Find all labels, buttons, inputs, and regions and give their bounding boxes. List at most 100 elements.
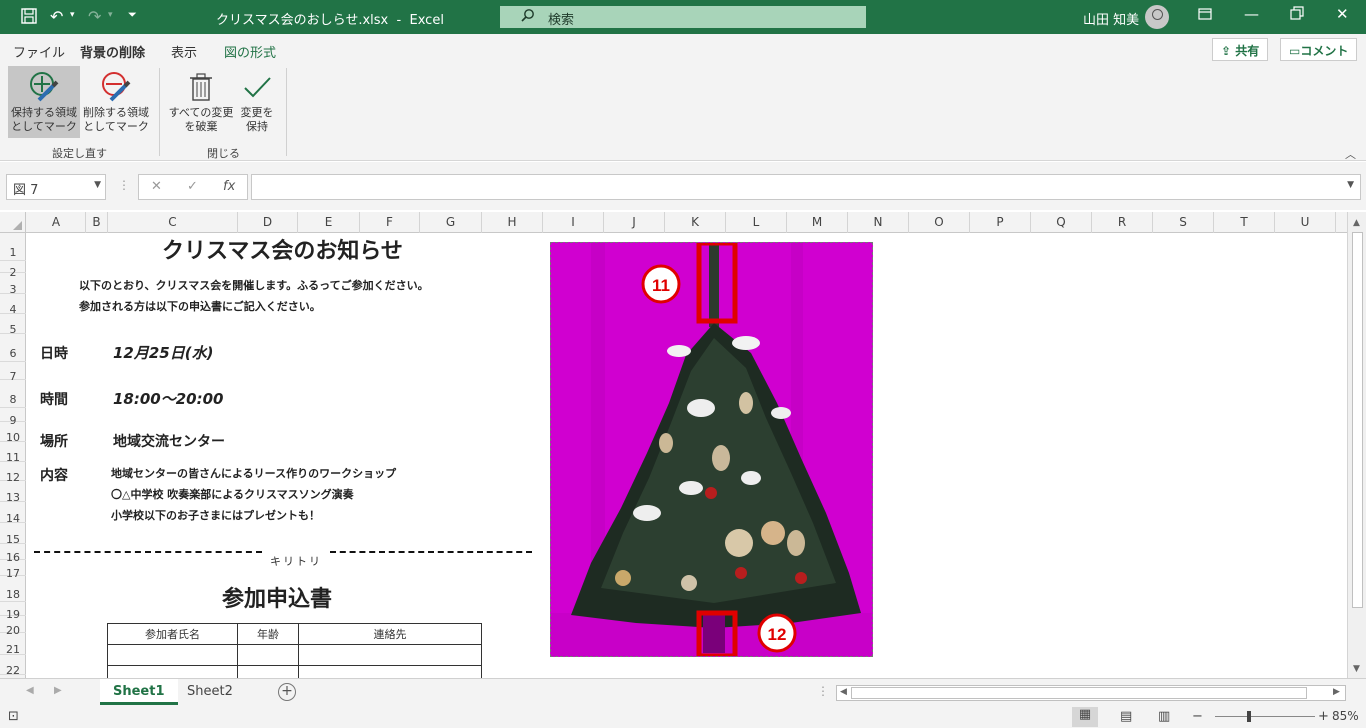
zoom-in-icon[interactable]: +	[1318, 709, 1329, 724]
scroll-up-icon[interactable]: ▲	[1353, 218, 1360, 228]
table-cell[interactable]	[298, 644, 482, 666]
vertical-scrollbar[interactable]: ▲ ▼	[1347, 212, 1366, 678]
zoom-out-icon[interactable]: −	[1192, 709, 1203, 724]
row-header[interactable]: 4	[0, 294, 26, 316]
column-header[interactable]: U	[1275, 212, 1336, 233]
table-cell[interactable]	[237, 644, 299, 666]
row-header[interactable]: 10	[0, 422, 26, 444]
table-cell[interactable]	[107, 644, 238, 666]
close-icon[interactable]: ✕	[1336, 5, 1349, 23]
undo-icon[interactable]: ↶	[50, 7, 63, 26]
page-layout-view-icon[interactable]: ▤	[1120, 709, 1132, 724]
column-header[interactable]: O	[909, 212, 970, 233]
sheet-tab-sheet2[interactable]: Sheet2	[174, 679, 246, 705]
minimize-icon[interactable]: —	[1244, 5, 1259, 23]
undo-dropdown-icon[interactable]: ▾	[70, 10, 75, 20]
row-header[interactable]: 9	[0, 408, 26, 427]
row-header[interactable]: 12	[0, 462, 26, 484]
next-sheet-icon[interactable]: ▶	[54, 685, 62, 696]
row-header[interactable]: 15	[0, 523, 26, 546]
column-header[interactable]: E	[298, 212, 360, 233]
name-box[interactable]: 図 7 ▼	[6, 174, 106, 200]
vertical-scroll-thumb[interactable]	[1352, 232, 1363, 608]
column-header[interactable]: L	[726, 212, 787, 233]
zoom-level[interactable]: 85%	[1332, 709, 1359, 723]
macro-record-icon[interactable]: ⊡	[8, 709, 19, 724]
insert-function-icon[interactable]: fx	[223, 179, 235, 194]
row-header[interactable]: 17	[0, 560, 26, 580]
column-header[interactable]: N	[848, 212, 909, 233]
zoom-slider[interactable]	[1215, 716, 1315, 717]
enter-icon[interactable]: ✓	[187, 179, 198, 194]
row-header[interactable]: 3	[0, 273, 26, 296]
column-header[interactable]: G	[420, 212, 482, 233]
column-header[interactable]: R	[1092, 212, 1153, 233]
scroll-right-icon[interactable]: ▶	[1333, 687, 1340, 697]
column-header[interactable]: D	[238, 212, 298, 233]
sheet-tab-sheet1[interactable]: Sheet1	[100, 679, 178, 705]
column-header[interactable]: Q	[1031, 212, 1092, 233]
table-cell[interactable]	[298, 665, 482, 678]
column-header[interactable]: A	[27, 212, 86, 233]
column-header[interactable]: T	[1214, 212, 1275, 233]
row-header[interactable]: 6	[0, 334, 26, 362]
column-header[interactable]: K	[665, 212, 726, 233]
row-header[interactable]: 1	[0, 233, 26, 261]
keep-changes-button[interactable]: 変更を 保持	[221, 66, 293, 138]
normal-view-icon[interactable]: ▦	[1072, 707, 1098, 727]
share-button[interactable]: ⇪ 共有	[1212, 38, 1269, 61]
row-header[interactable]: 7	[0, 362, 26, 383]
add-sheet-icon[interactable]: +	[278, 683, 296, 701]
redo-icon[interactable]: ↷	[88, 7, 101, 26]
column-header[interactable]: M	[787, 212, 848, 233]
zoom-slider-thumb[interactable]	[1247, 711, 1251, 722]
row-header[interactable]: 2	[0, 261, 26, 279]
ribbon-display-icon[interactable]	[1197, 6, 1213, 26]
column-header[interactable]: H	[482, 212, 543, 233]
page-break-view-icon[interactable]: ▥	[1158, 709, 1170, 724]
column-header[interactable]: C	[108, 212, 238, 233]
row-header[interactable]: 14	[0, 502, 26, 525]
comment-button[interactable]: ▭コメント	[1280, 38, 1358, 61]
column-header[interactable]: S	[1153, 212, 1214, 233]
user-name[interactable]: 山田 知美	[1083, 9, 1139, 28]
mark-areas-to-remove-button[interactable]: 削除する領域 としてマーク	[80, 66, 152, 138]
customize-toolbar-icon[interactable]: ⏷	[128, 8, 137, 22]
expand-formula-icon[interactable]: ▼	[1347, 180, 1354, 190]
select-all-button[interactable]	[0, 212, 26, 233]
horizontal-scroll-thumb[interactable]	[851, 687, 1307, 699]
column-header[interactable]: B	[86, 212, 108, 233]
row-header[interactable]: 22	[0, 655, 26, 677]
column-header[interactable]: F	[360, 212, 420, 233]
column-header[interactable]: J	[604, 212, 665, 233]
worksheet-grid[interactable]: クリスマス会のお知らせ 以下のとおり、クリスマス会を開催します。ふるってご参加く…	[27, 233, 1345, 678]
scroll-down-icon[interactable]: ▼	[1353, 664, 1360, 674]
cancel-icon[interactable]: ✕	[151, 179, 162, 194]
tab-picture-format[interactable]: 図の形式	[224, 42, 276, 61]
scroll-left-icon[interactable]: ◀	[840, 687, 847, 697]
save-icon[interactable]	[20, 7, 38, 29]
row-header[interactable]: 16	[0, 544, 26, 564]
row-header[interactable]: 5	[0, 314, 26, 336]
tab-file[interactable]: ファイル	[13, 42, 65, 61]
row-header[interactable]: 19	[0, 602, 26, 621]
column-header[interactable]: I	[543, 212, 604, 233]
formula-input[interactable]: ▼	[251, 174, 1361, 200]
row-header[interactable]: 8	[0, 380, 26, 408]
mark-areas-to-keep-button[interactable]: 保持する領域 としてマーク	[8, 66, 80, 138]
tab-background-removal[interactable]: 背景の削除	[80, 42, 146, 65]
search-box[interactable]: 検索	[500, 6, 866, 28]
row-header[interactable]: 21	[0, 633, 26, 656]
row-header[interactable]: 18	[0, 576, 26, 602]
christmas-tree-picture[interactable]: 11 12	[550, 242, 873, 657]
row-header[interactable]: 11	[0, 442, 26, 464]
restore-icon[interactable]	[1290, 6, 1304, 24]
row-header[interactable]: 20	[0, 616, 26, 637]
chevron-down-icon[interactable]: ▼	[94, 180, 101, 190]
column-header[interactable]: P	[970, 212, 1031, 233]
horizontal-scrollbar[interactable]: ◀ ▶	[836, 685, 1346, 701]
redo-dropdown-icon[interactable]: ▾	[108, 10, 113, 20]
table-cell[interactable]	[237, 665, 299, 678]
collapse-ribbon-icon[interactable]: ︿	[1345, 146, 1356, 162]
tab-view[interactable]: 表示	[171, 42, 197, 61]
